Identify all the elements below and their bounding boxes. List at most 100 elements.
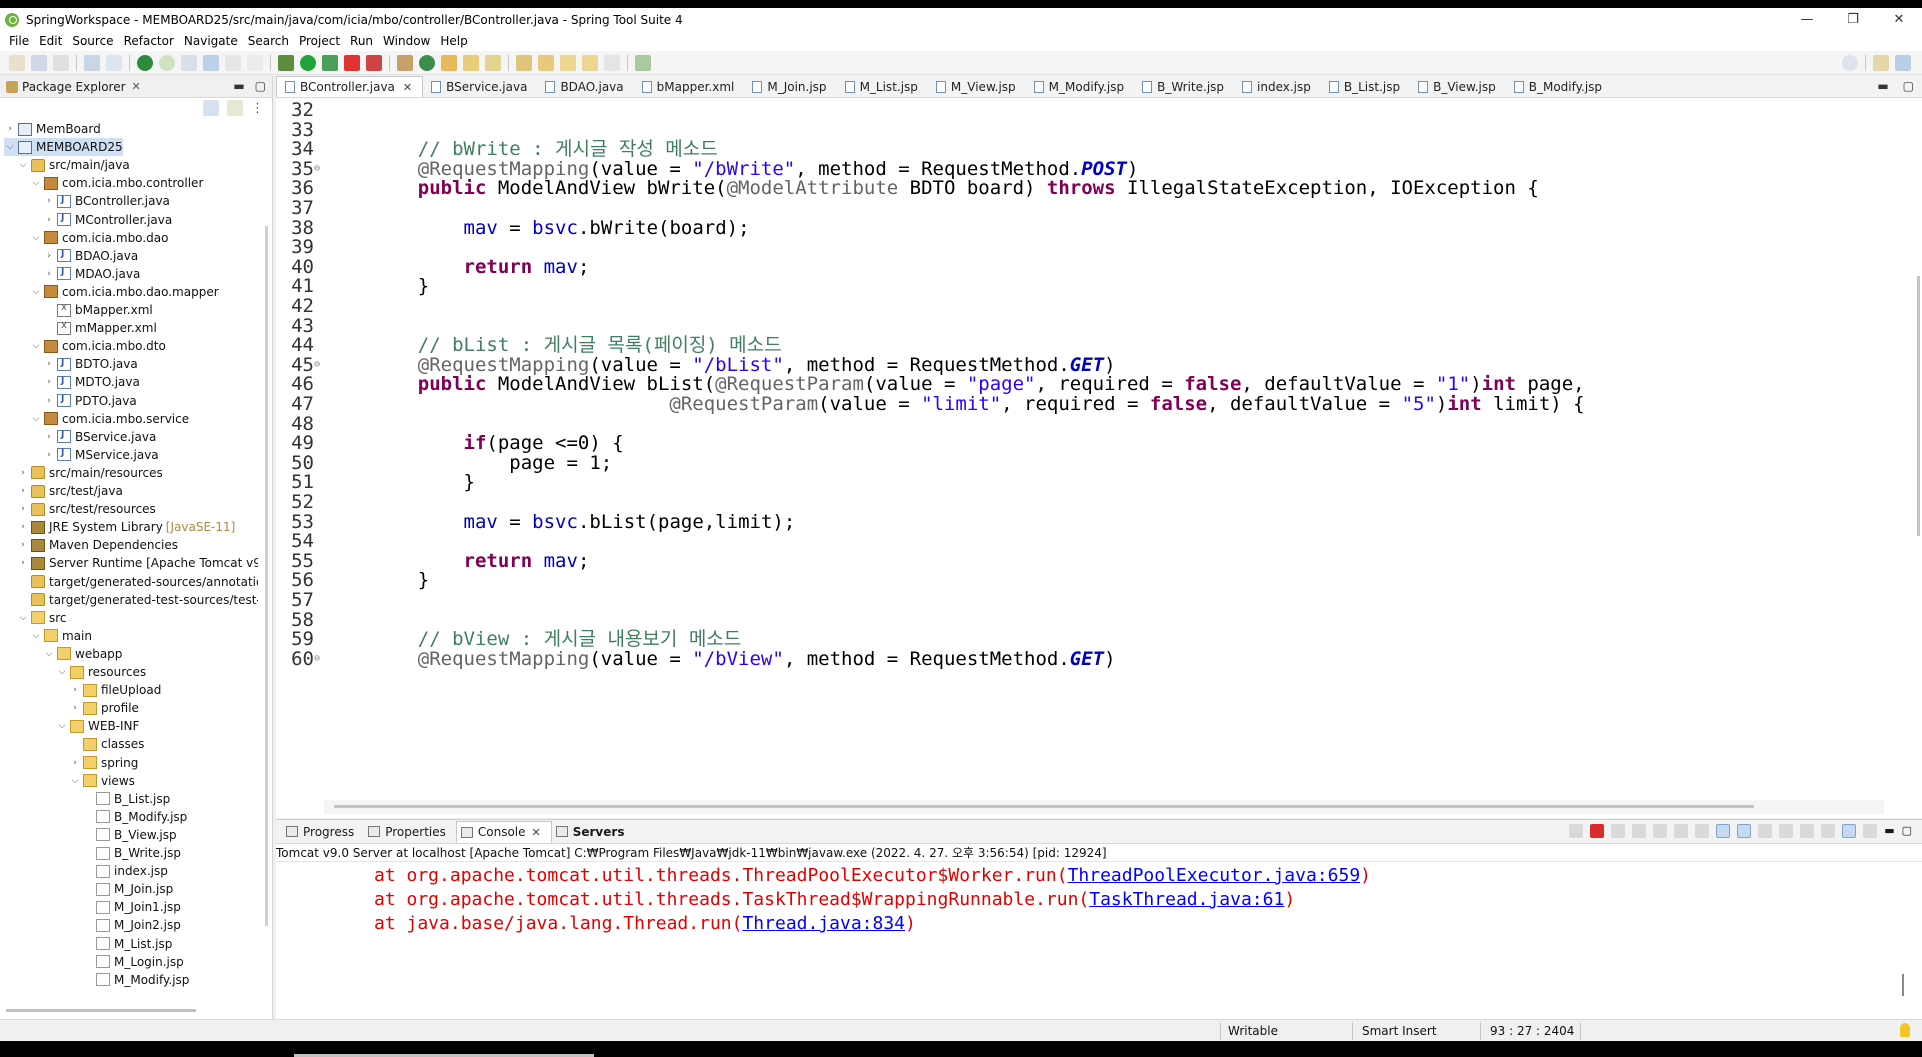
- java-perspective-icon[interactable]: [1895, 55, 1911, 71]
- editor-tab[interactable]: B_List.jsp: [1321, 76, 1410, 97]
- source-link[interactable]: Thread.java:834: [742, 913, 905, 934]
- save-icon[interactable]: [31, 54, 47, 71]
- open-console-icon[interactable]: [1800, 824, 1815, 838]
- editor-tab[interactable]: M_Join.jsp: [744, 76, 836, 97]
- tree-item[interactable]: ⌵ com.icia.mbo.dao.mapper: [30, 283, 219, 301]
- menu-source[interactable]: Source: [67, 34, 118, 48]
- expanded-chevron-icon[interactable]: ⌵: [69, 776, 81, 786]
- maximize-view-icon[interactable]: ▢: [255, 79, 266, 93]
- collapsed-chevron-icon[interactable]: ›: [43, 377, 55, 387]
- menu-help[interactable]: Help: [435, 34, 472, 48]
- tree-item[interactable]: B_Modify.jsp: [82, 808, 187, 826]
- tree-item[interactable]: M_Join2.jsp: [82, 916, 181, 934]
- search-icon[interactable]: [1842, 55, 1858, 71]
- console-vertical-scrollbar[interactable]: [1902, 974, 1904, 996]
- tree-item[interactable]: ⌵ com.icia.mbo.dao: [30, 229, 169, 247]
- close-icon[interactable]: ✕: [403, 81, 412, 94]
- new-java-class-icon[interactable]: [419, 54, 435, 71]
- toggle-mark-occurrences-icon[interactable]: [203, 54, 219, 71]
- tree-item[interactable]: B_View.jsp: [82, 826, 177, 844]
- tree-item[interactable]: index.jsp: [82, 862, 168, 880]
- display-selected-console-icon[interactable]: [1779, 824, 1794, 838]
- previous-annotation-icon[interactable]: [538, 54, 554, 71]
- tree-item[interactable]: › fileUpload: [69, 681, 161, 699]
- menu-window[interactable]: Window: [378, 34, 435, 48]
- tree-item[interactable]: › MDTO.java: [43, 373, 140, 391]
- expanded-chevron-icon[interactable]: ⌵: [17, 613, 29, 623]
- expanded-chevron-icon[interactable]: ⌵: [56, 667, 68, 677]
- editor-tab[interactable]: B_Modify.jsp: [1506, 76, 1612, 97]
- new-java-package-icon[interactable]: [397, 54, 413, 71]
- minimize-view-icon[interactable]: ▬: [233, 79, 244, 93]
- collapsed-chevron-icon[interactable]: ›: [4, 124, 16, 134]
- remove-all-launches-icon[interactable]: [1632, 824, 1647, 838]
- tab-servers[interactable]: Servers: [552, 821, 635, 843]
- maximize-editor-icon[interactable]: ▢: [1903, 79, 1914, 93]
- tree-item[interactable]: ⌵ MEMBOARD25: [4, 138, 123, 157]
- boot-dashboard-icon[interactable]: [137, 54, 153, 71]
- editor-tab[interactable]: BDAO.java: [537, 76, 633, 97]
- close-icon[interactable]: ✕: [532, 826, 541, 839]
- console-output[interactable]: at org.apache.tomcat.util.threads.Thread…: [276, 864, 1912, 1057]
- collapsed-chevron-icon[interactable]: ›: [69, 758, 81, 768]
- editor-tab[interactable]: M_Modify.jsp: [1026, 76, 1134, 97]
- tree-item[interactable]: ⌵ com.icia.mbo.dto: [30, 337, 166, 355]
- collapsed-chevron-icon[interactable]: ›: [17, 504, 29, 514]
- tree-item[interactable]: › MController.java: [43, 211, 172, 229]
- collapsed-chevron-icon[interactable]: ›: [43, 450, 55, 460]
- code-text-area[interactable]: 32 33 34 // bWrite : 게시글 작성 메소드 35 ⊖ @Reques…: [276, 100, 1912, 800]
- tree-item[interactable]: › Maven Dependencies: [17, 536, 178, 554]
- run-external-tools-icon[interactable]: [322, 54, 338, 71]
- tree-item[interactable]: ⌵ src/main/java: [17, 156, 130, 174]
- terminal-icon[interactable]: [84, 54, 100, 71]
- tree-item[interactable]: target/generated-sources/annotatior: [17, 573, 258, 591]
- open-perspective-icon[interactable]: [1873, 55, 1889, 71]
- collapsed-chevron-icon[interactable]: ›: [17, 486, 29, 496]
- tree-item[interactable]: ⌵ views: [69, 772, 135, 790]
- collapsed-chevron-icon[interactable]: ›: [69, 685, 81, 695]
- collapsed-chevron-icon[interactable]: ›: [43, 251, 55, 261]
- editor-horizontal-scrollbar[interactable]: [324, 800, 1884, 814]
- collapsed-chevron-icon[interactable]: ›: [43, 196, 55, 206]
- tree-item[interactable]: ⌵ main: [30, 627, 92, 645]
- expanded-chevron-icon[interactable]: ⌵: [17, 160, 29, 170]
- tree-item[interactable]: ⌵ webapp: [43, 645, 123, 663]
- collapsed-chevron-icon[interactable]: ›: [17, 468, 29, 478]
- tree-item[interactable]: › spring: [69, 754, 138, 772]
- editor-tab[interactable]: B_Write.jsp: [1134, 76, 1234, 97]
- tree-item[interactable]: ⌵ src: [17, 609, 67, 627]
- tab-progress[interactable]: Progress: [282, 821, 364, 843]
- open-task-icon[interactable]: [463, 54, 479, 71]
- menu-file[interactable]: File: [4, 34, 34, 48]
- editor-tab[interactable]: B_View.jsp: [1410, 76, 1506, 97]
- minimize-panel-icon[interactable]: ▬: [1884, 824, 1894, 838]
- package-explorer-tab[interactable]: Package Explorer ✕ ▬ ▢: [0, 76, 272, 98]
- menu-project[interactable]: Project: [294, 34, 345, 48]
- pin-icon[interactable]: [485, 54, 501, 71]
- view-menu-icon[interactable]: [1821, 824, 1836, 838]
- expanded-chevron-icon[interactable]: ⌵: [56, 721, 68, 731]
- editor-tab[interactable]: BController.java ✕: [276, 76, 424, 97]
- expanded-chevron-icon[interactable]: ⌵: [43, 649, 55, 659]
- tree-item[interactable]: mMapper.xml: [43, 319, 157, 337]
- tree-item[interactable]: › BDAO.java: [43, 247, 138, 265]
- tree-item[interactable]: › BDTO.java: [43, 355, 138, 373]
- tree-vertical-scrollbar[interactable]: [265, 226, 268, 926]
- tree-item[interactable]: M_List.jsp: [82, 935, 172, 953]
- close-icon[interactable]: ✕: [132, 80, 141, 93]
- open-type-icon[interactable]: [181, 54, 197, 71]
- tree-item[interactable]: target/generated-test-sources/test-ar: [17, 591, 258, 609]
- menu-navigate[interactable]: Navigate: [179, 34, 243, 48]
- show-on-stdout-icon[interactable]: [1716, 824, 1731, 838]
- expanded-chevron-icon[interactable]: ⌵: [4, 142, 16, 152]
- maximize-button[interactable]: ❐: [1830, 8, 1876, 31]
- source-link[interactable]: ThreadPoolExecutor.java:659: [1068, 865, 1361, 886]
- view-menu-icon[interactable]: ⋮: [251, 101, 264, 116]
- tree-item[interactable]: M_Login.jsp: [82, 953, 184, 971]
- pin-editor-icon[interactable]: [635, 54, 651, 71]
- pin-console-icon[interactable]: [1758, 824, 1773, 838]
- menu-refactor[interactable]: Refactor: [119, 34, 179, 48]
- link-with-editor-icon[interactable]: [227, 100, 243, 116]
- tree-item[interactable]: ⌵ WEB-INF: [56, 717, 140, 735]
- tree-item[interactable]: B_Write.jsp: [82, 844, 181, 862]
